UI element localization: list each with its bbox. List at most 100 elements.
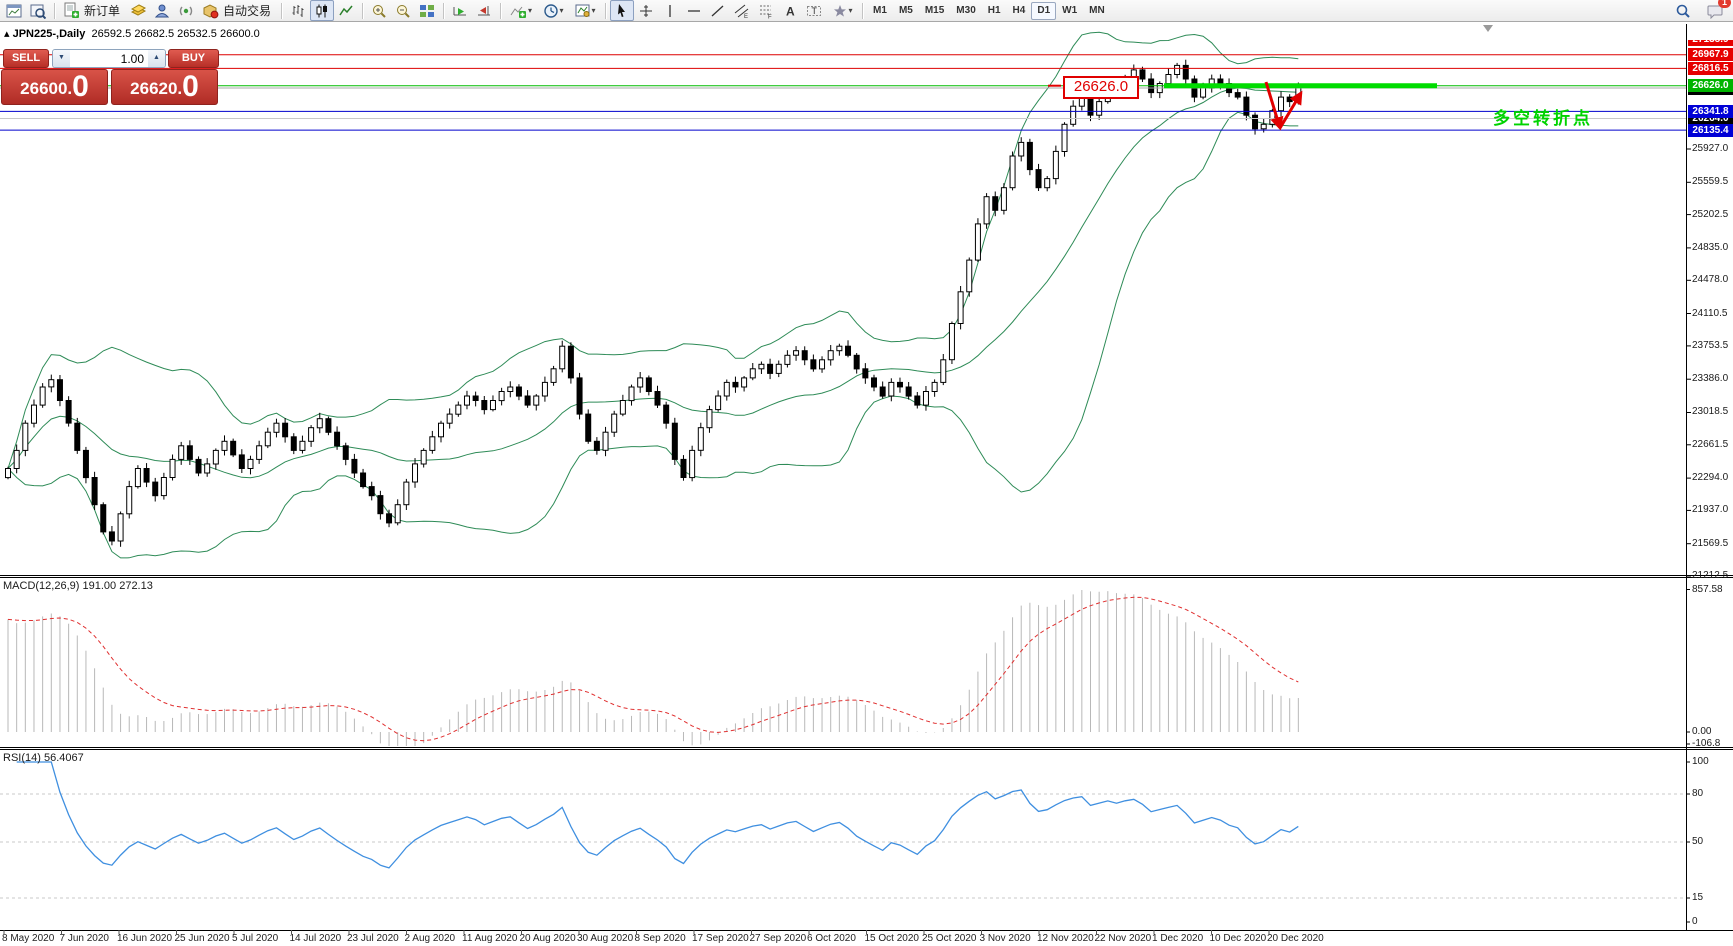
sell-price-box[interactable]: 26600.0 <box>1 69 108 105</box>
candlestick-icon[interactable] <box>310 0 334 21</box>
rsi-level: 100 <box>1692 756 1709 767</box>
macd-scale-zero: 0.00 <box>1692 726 1711 737</box>
price-tick: 23753.5 <box>1692 340 1728 351</box>
time-tick: 7 Jun 2020 <box>60 933 110 944</box>
price-tick: 22661.5 <box>1692 439 1728 450</box>
cursor-icon[interactable] <box>610 0 634 21</box>
buy-button[interactable]: BUY <box>168 49 219 68</box>
chevron-down-icon: ▾ <box>849 6 853 15</box>
bar-chart-icon[interactable] <box>286 0 310 21</box>
terminal-icon[interactable] <box>150 0 174 21</box>
macd-label: MACD(12,26,9) 191.00 272.13 <box>3 580 153 592</box>
price-tick: 21212.5 <box>1692 570 1728 581</box>
annotation-text[interactable]: 多空转折点 <box>1493 104 1593 129</box>
new-order-icon[interactable] <box>59 0 83 21</box>
vline-icon[interactable] <box>658 0 682 21</box>
expand-marker-icon[interactable]: ▴ <box>4 28 10 40</box>
sell-button[interactable]: SELL <box>3 49 49 68</box>
periods-icon[interactable]: ▾ <box>537 0 569 21</box>
tab-d1[interactable]: D1 <box>1031 2 1056 20</box>
chevron-down-icon: ▾ <box>592 6 596 15</box>
time-tick: 2 Aug 2020 <box>405 933 456 944</box>
ohlc-close: 26600.0 <box>220 28 260 40</box>
chevron-down-icon: ▾ <box>560 6 564 15</box>
time-tick: 17 Sep 2020 <box>692 933 749 944</box>
tab-m30[interactable]: M30 <box>950 2 981 20</box>
line-chart-icon[interactable] <box>334 0 358 21</box>
main-toolbar: 新订单 自动交易 ▾ ▾ <box>0 0 1733 22</box>
time-tick: 8 Sep 2020 <box>635 933 686 944</box>
tab-h4[interactable]: H4 <box>1007 2 1032 20</box>
auto-scroll-icon[interactable] <box>448 0 472 21</box>
tab-m1[interactable]: M1 <box>867 2 893 20</box>
time-tick: 30 Aug 2020 <box>577 933 633 944</box>
sell-price-big-digit: 0 <box>72 72 89 102</box>
rsi-level: 80 <box>1692 788 1703 799</box>
time-tick: 23 Jul 2020 <box>347 933 399 944</box>
time-tick: 16 Jun 2020 <box>117 933 172 944</box>
chart-canvas[interactable] <box>0 22 1733 946</box>
tile-windows-icon[interactable] <box>415 0 439 21</box>
macd-scale-min: -106.8 <box>1692 738 1720 749</box>
rsi-level: 15 <box>1692 892 1703 903</box>
toolbar-separator <box>500 3 501 19</box>
trendline-icon[interactable] <box>706 0 730 21</box>
volume-stepper: ▼ ▲ <box>52 49 166 68</box>
toolbar-separator <box>362 3 363 19</box>
volume-input[interactable] <box>70 50 148 67</box>
price-line-label: 26967.9 <box>1688 48 1733 61</box>
svg-text:E: E <box>744 14 748 19</box>
zoom-in-icon[interactable] <box>367 0 391 21</box>
volume-increase-button[interactable]: ▲ <box>148 50 165 67</box>
shift-marker[interactable] <box>1483 25 1493 32</box>
market-watch-icon[interactable] <box>26 0 50 21</box>
tab-h1[interactable]: H1 <box>982 2 1007 20</box>
chart-shift-icon[interactable] <box>472 0 496 21</box>
crosshair-icon[interactable] <box>634 0 658 21</box>
new-order-label[interactable]: 新订单 <box>84 2 120 19</box>
time-tick: 5 Jul 2020 <box>232 933 278 944</box>
ohlc-low: 26532.5 <box>177 28 217 40</box>
rsi-label: RSI(14) 56.4067 <box>3 752 84 764</box>
chart-window-icon[interactable] <box>2 0 26 21</box>
price-line-label: 26626.0 <box>1688 79 1733 92</box>
time-tick: 25 Oct 2020 <box>922 933 976 944</box>
history-center-icon[interactable] <box>126 0 150 21</box>
price-tick: 25559.5 <box>1692 176 1728 187</box>
autotrade-icon[interactable] <box>198 0 222 21</box>
chat-icon[interactable]: 1 <box>1703 0 1727 21</box>
buy-price-box[interactable]: 26620.0 <box>111 69 218 105</box>
tab-w1[interactable]: W1 <box>1056 2 1083 20</box>
price-callout-label[interactable]: 26626.0 <box>1063 76 1139 99</box>
tab-m15[interactable]: M15 <box>919 2 950 20</box>
price-tick: 22294.0 <box>1692 472 1728 483</box>
price-tick: 21569.5 <box>1692 538 1728 549</box>
tab-m5[interactable]: M5 <box>893 2 919 20</box>
price-tick: 21937.0 <box>1692 504 1728 515</box>
fibonacci-icon[interactable]: F <box>754 0 778 21</box>
time-tick: 12 Nov 2020 <box>1037 933 1094 944</box>
zoom-out-icon[interactable] <box>391 0 415 21</box>
hline-icon[interactable] <box>682 0 706 21</box>
symbol-name: JPN225-,Daily <box>13 28 86 40</box>
text-icon[interactable]: A <box>778 0 802 21</box>
notification-badge: 1 <box>1718 0 1731 8</box>
rsi-level: 50 <box>1692 836 1703 847</box>
templates-icon[interactable]: ▾ <box>569 0 601 21</box>
search-icon[interactable] <box>1671 0 1695 21</box>
ohlc-high: 26682.5 <box>134 28 174 40</box>
mt4-terminal: { "toolbar": { "new_order_label": "新订单",… <box>0 0 1733 946</box>
price-line-label: 26135.4 <box>1688 124 1733 137</box>
autotrade-label[interactable]: 自动交易 <box>223 2 271 19</box>
price-line-label: 26341.8 <box>1688 105 1733 118</box>
tab-mn[interactable]: MN <box>1083 2 1111 20</box>
svg-text:T: T <box>812 6 818 16</box>
arrows-icon[interactable]: ▾ <box>826 0 858 21</box>
toolbar-right-group: 1 <box>1671 0 1727 21</box>
text-label-icon[interactable]: T <box>802 0 826 21</box>
buy-price: 26620. <box>130 76 182 102</box>
signal-icon[interactable] <box>174 0 198 21</box>
channel-icon[interactable]: E <box>730 0 754 21</box>
volume-decrease-button[interactable]: ▼ <box>53 50 70 67</box>
indicators-icon[interactable]: ▾ <box>505 0 537 21</box>
